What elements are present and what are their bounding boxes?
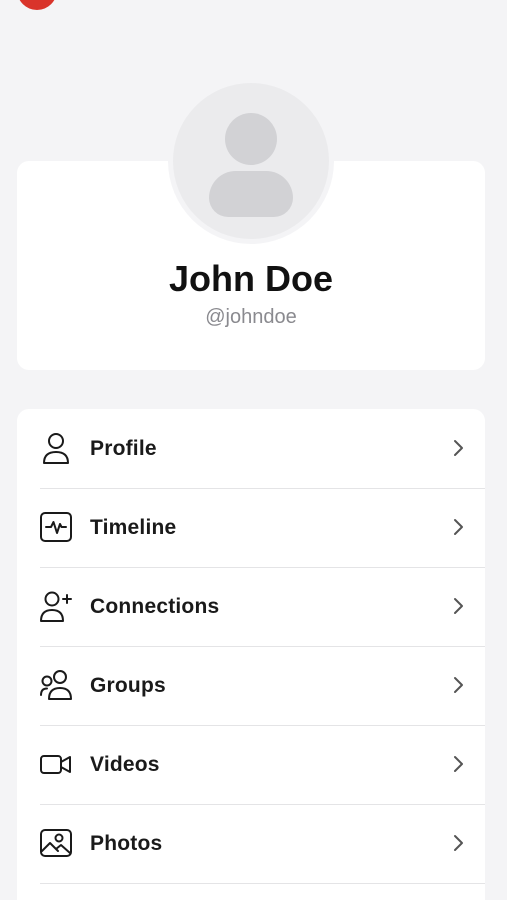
- chevron-right-icon: [454, 677, 463, 693]
- menu-item-label: Videos: [90, 752, 160, 776]
- menu-item-groups[interactable]: Groups: [17, 646, 485, 725]
- menu-item-videos[interactable]: Videos: [17, 725, 485, 804]
- menu-item-label: Connections: [90, 594, 220, 618]
- chevron-right-icon: [454, 519, 463, 535]
- chevron-right-icon: [454, 756, 463, 772]
- menu-item-connections[interactable]: Connections: [17, 567, 485, 646]
- chevron-right-icon: [454, 835, 463, 851]
- menu-item-photos[interactable]: Photos: [17, 804, 485, 883]
- avatar-head: [225, 113, 277, 165]
- menu-item-label: Profile: [90, 436, 157, 460]
- users-icon: [40, 670, 72, 700]
- user-placeholder-icon: [173, 83, 329, 239]
- menu-item-profile[interactable]: Profile: [17, 409, 485, 488]
- user-handle: @johndoe: [205, 306, 297, 328]
- header-badge[interactable]: [17, 0, 57, 10]
- avatar[interactable]: [168, 78, 334, 244]
- menu-item-label: Photos: [90, 831, 163, 855]
- menu-item-label: Groups: [90, 673, 166, 697]
- menu-item-label: Timeline: [90, 515, 177, 539]
- chevron-right-icon: [454, 598, 463, 614]
- user-plus-icon: [40, 591, 72, 622]
- user-icon: [43, 433, 69, 464]
- activity-icon: [40, 512, 72, 542]
- divider: [40, 883, 485, 884]
- menu-list: Profile Timeline Connections Groups Vide…: [17, 409, 485, 900]
- video-icon: [40, 755, 71, 774]
- avatar-body: [209, 171, 293, 217]
- menu-item-timeline[interactable]: Timeline: [17, 488, 485, 567]
- user-name: John Doe: [168, 258, 333, 299]
- chevron-right-icon: [454, 440, 463, 456]
- profile-screen: John Doe @johndoe Profile Timeline Conne…: [0, 0, 507, 900]
- image-icon: [40, 829, 72, 857]
